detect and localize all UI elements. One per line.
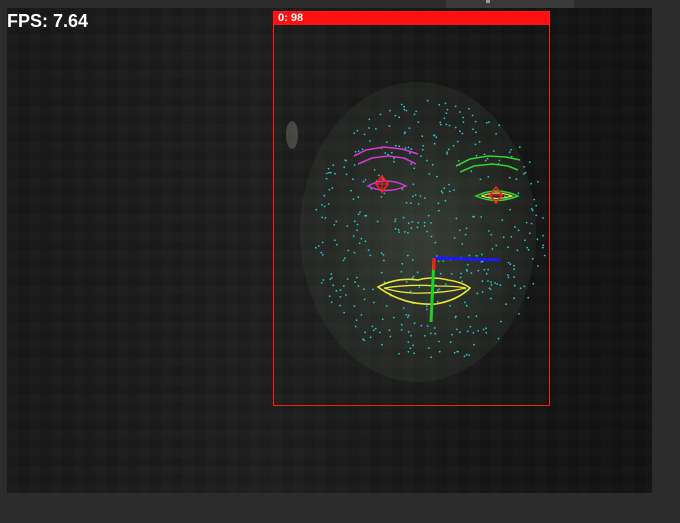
page: 0: 98 FPS: 7.64 bbox=[0, 0, 680, 523]
face-box-header: 0: 98 bbox=[274, 12, 549, 25]
fps-counter: FPS: 7.64 bbox=[7, 11, 89, 31]
face-bounding-box: 0: 98 bbox=[273, 11, 550, 406]
face-box-label: 0: 98 bbox=[278, 12, 304, 24]
